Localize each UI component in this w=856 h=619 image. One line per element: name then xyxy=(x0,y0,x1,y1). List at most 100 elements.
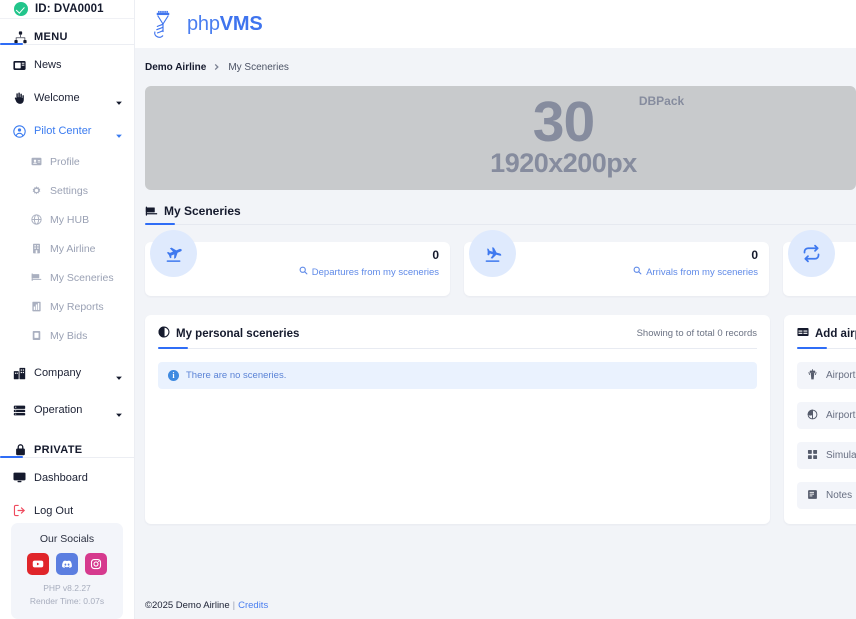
sidebar-item-my-reports[interactable]: My Reports xyxy=(0,296,134,318)
php-version-label: PHP v8.2.27 xyxy=(43,583,91,594)
personal-sceneries-title: My personal sceneries xyxy=(158,326,299,341)
sidebar-section-menu: MENU xyxy=(0,30,134,44)
sidebar-item-profile-label: Profile xyxy=(50,155,80,168)
personal-sceneries-panel: My personal sceneries Showing to of tota… xyxy=(145,315,770,524)
departures-stat-body: 0 Departures from my sceneries xyxy=(299,248,439,278)
map-flag-icon xyxy=(31,272,42,283)
map-flag-icon xyxy=(145,205,158,218)
sidebar-item-my-hub[interactable]: My HUB xyxy=(0,209,134,231)
sidebar-section-menu-label: MENU xyxy=(34,31,68,44)
table-icon xyxy=(797,326,809,341)
plane-arrival-icon xyxy=(469,230,516,277)
arrivals-stat-card[interactable]: 0 Arrivals from my sceneries xyxy=(464,230,769,296)
sidebar-item-dashboard-label: Dashboard xyxy=(34,471,88,484)
sidebar-item-profile[interactable]: Profile xyxy=(0,151,134,173)
banner-inner: 30 DBPack 1920x200px xyxy=(490,94,684,179)
sidebar-item-operation[interactable]: Operation xyxy=(0,398,134,423)
chevron-down-icon xyxy=(115,94,123,105)
sidebar-item-my-airline-label: My Airline xyxy=(50,242,96,255)
sidebar-item-my-sceneries[interactable]: My Sceneries xyxy=(0,267,134,289)
sidebar-item-my-airline[interactable]: My Airline xyxy=(0,238,134,260)
sidebar-private-list: Dashboard Log Out xyxy=(0,457,134,523)
sidebar-section-private: PRIVATE xyxy=(0,443,134,457)
sidebar-item-welcome-label: Welcome xyxy=(34,92,80,105)
brand-php: php xyxy=(187,12,220,35)
content-area: 30 DBPack 1920x200px My Sceneries 0 Depa… xyxy=(135,86,856,591)
departures-stat-card[interactable]: 0 Departures from my sceneries xyxy=(145,230,450,296)
verified-check-icon xyxy=(14,2,28,17)
stat-cards-row: 0 Departures from my sceneries 0 Arrival… xyxy=(145,230,856,296)
section-underline xyxy=(145,223,856,225)
city-icon xyxy=(13,367,26,380)
section-title-label: My Sceneries xyxy=(164,204,241,218)
chart-bar-icon xyxy=(31,301,42,312)
personal-sceneries-underline xyxy=(158,347,757,349)
sidebar-item-dashboard[interactable]: Dashboard xyxy=(0,465,134,490)
topbar: phpVMS xyxy=(135,0,856,48)
notes-field[interactable]: Notes xyxy=(797,482,856,509)
app-root: ID: DVA0001 MENU News Welcome Pilot Cent… xyxy=(0,0,856,619)
socials-card: Our Socials PHP v8.2.27 Render Time: 0.0… xyxy=(11,523,123,619)
sidebar-item-news[interactable]: News xyxy=(0,53,134,78)
instagram-button[interactable] xyxy=(85,553,107,576)
simulator-label: Simulator xyxy=(826,450,856,461)
simulator-field[interactable]: Simulator xyxy=(797,442,856,469)
breadcrumb: Demo Airline My Sceneries xyxy=(135,48,856,86)
render-time-label: Render Time: 0.07s xyxy=(29,596,105,607)
youtube-icon xyxy=(32,560,44,568)
sidebar-menu-list: News Welcome Pilot Center Profile Settin… xyxy=(0,45,134,423)
sidebar-item-pilot-center[interactable]: Pilot Center xyxy=(0,119,134,144)
plane-departure-icon xyxy=(150,230,197,277)
sidebar-item-operation-label: Operation xyxy=(34,404,83,417)
control-tower-icon xyxy=(807,367,818,385)
panels-row: My personal sceneries Showing to of tota… xyxy=(145,315,856,524)
socials-title: Our Socials xyxy=(39,533,95,546)
main-area: phpVMS Demo Airline My Sceneries 30 DBPa… xyxy=(135,0,856,619)
youtube-button[interactable] xyxy=(27,553,49,576)
news-icon xyxy=(13,59,26,72)
section-heading: My Sceneries xyxy=(145,204,856,225)
sidebar-item-my-hub-text: My HUB xyxy=(50,213,90,226)
no-sceneries-alert: i There are no sceneries. xyxy=(158,362,757,389)
pilot-id-badge: ID: DVA0001 xyxy=(0,0,134,20)
globe-quarter-icon xyxy=(807,407,818,425)
sidebar-item-welcome[interactable]: Welcome xyxy=(0,86,134,111)
sidebar-item-my-sceneries-label: My Sceneries xyxy=(50,271,114,284)
sidebar-item-logout-label: Log Out xyxy=(34,504,74,517)
sitemap-icon xyxy=(14,30,27,44)
brand-logo-text: phpVMS xyxy=(187,13,263,36)
departures-stat-label-row: Departures from my sceneries xyxy=(299,266,439,278)
user-circle-icon xyxy=(13,124,26,138)
search-icon xyxy=(633,266,642,278)
sidebar-item-settings[interactable]: Settings xyxy=(0,180,134,202)
sidebar-item-my-bids[interactable]: My Bids xyxy=(0,325,134,347)
airport-region-label: Airport Region xyxy=(826,410,856,421)
sidebar-item-company[interactable]: Company xyxy=(0,361,134,386)
server-icon xyxy=(13,404,26,417)
chevron-down-icon-active xyxy=(115,127,123,138)
airport-icao-field[interactable]: Airport ICAO xyxy=(797,362,856,389)
add-airport-panel: Add airport xyxy=(784,315,856,524)
arrivals-stat-value: 0 xyxy=(751,248,758,262)
sidebar-item-logout[interactable]: Log Out xyxy=(0,498,134,523)
chevron-down-icon xyxy=(115,406,123,417)
breadcrumb-home[interactable]: Demo Airline xyxy=(145,62,206,73)
instagram-icon xyxy=(90,558,102,570)
footer-credits-link[interactable]: Credits xyxy=(238,600,268,611)
building-icon xyxy=(31,243,42,254)
discord-button[interactable] xyxy=(56,553,78,576)
sidebar-item-my-reports-label: My Reports xyxy=(50,300,104,313)
exchange-stat-card[interactable] xyxy=(783,230,856,296)
no-sceneries-alert-text: There are no sceneries. xyxy=(186,370,287,381)
airport-region-field[interactable]: Airport Region xyxy=(797,402,856,429)
sidebar-item-my-hub-label: Settings xyxy=(50,184,88,197)
arrivals-stat-label: Arrivals from my sceneries xyxy=(646,266,758,278)
discord-icon xyxy=(62,560,72,568)
sidebar-item-my-bids-label: My Bids xyxy=(50,329,88,342)
phpvms-pilot-logo-icon xyxy=(148,7,178,41)
arrivals-stat-body: 0 Arrivals from my sceneries xyxy=(633,248,758,278)
logout-icon xyxy=(13,504,26,517)
airport-icao-label: Airport ICAO xyxy=(826,370,856,381)
chevron-down-icon xyxy=(115,369,123,380)
add-airport-title-label: Add airport xyxy=(815,327,856,340)
